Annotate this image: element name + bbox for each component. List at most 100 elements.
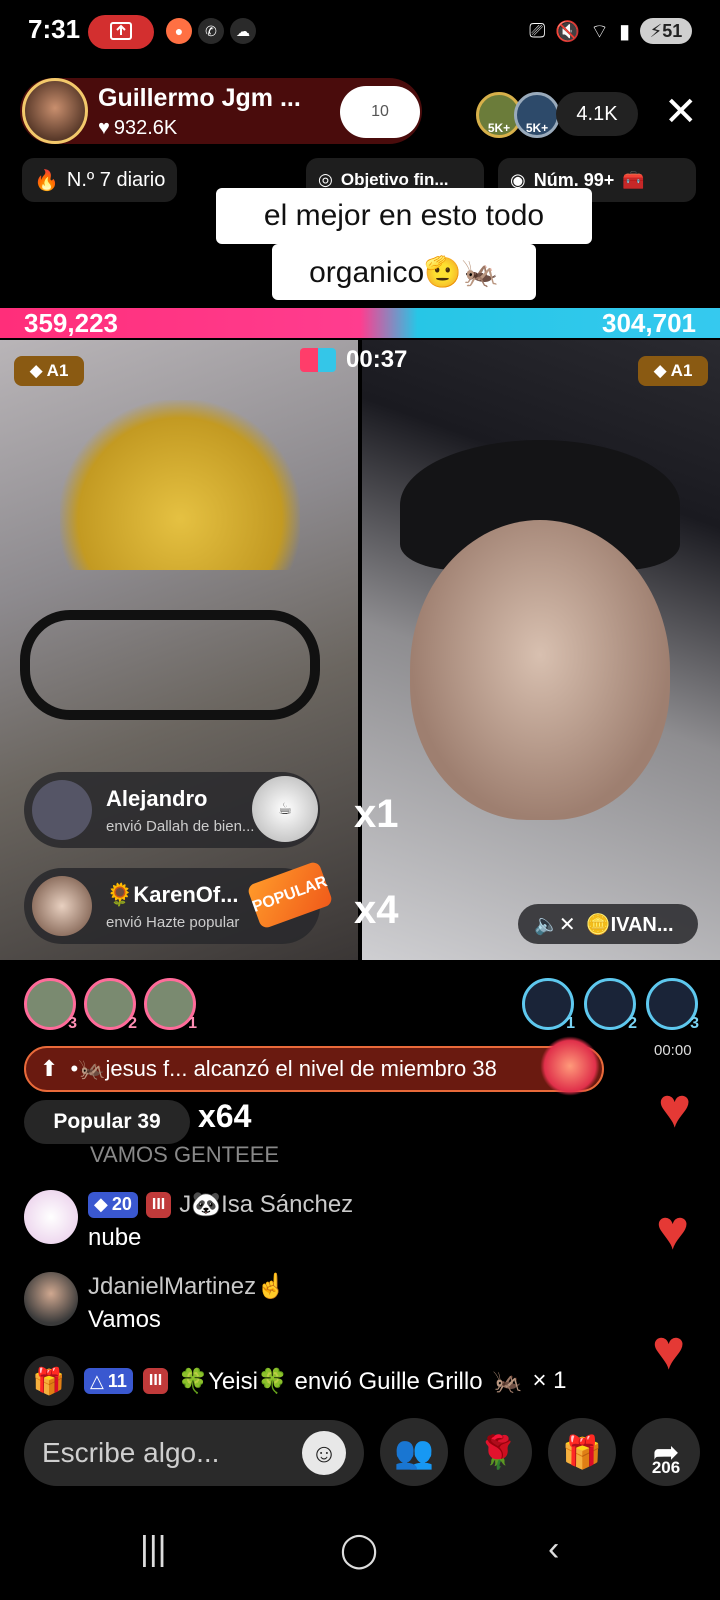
multi-guest-button[interactable]: 👥 bbox=[380, 1418, 448, 1486]
share-count: 206 bbox=[651, 1458, 681, 1477]
cricket-gift-icon: 🦗 bbox=[492, 1367, 523, 1395]
score-left: 359,223 bbox=[24, 308, 118, 338]
ranking-position: 2 bbox=[128, 1015, 137, 1032]
ranking-avatar[interactable]: 2 bbox=[84, 978, 137, 1032]
ranking-avatar[interactable]: 3 bbox=[24, 978, 77, 1032]
gift-comment-count: × 1 bbox=[532, 1367, 567, 1394]
floating-heart-icon: ♥ bbox=[656, 1198, 690, 1261]
ranking-position: 3 bbox=[690, 1015, 699, 1032]
mute-icon: 🔇 bbox=[555, 20, 581, 43]
gift-button[interactable]: 🎁 bbox=[548, 1418, 616, 1486]
fan-club-badge: III bbox=[145, 1191, 172, 1218]
battery-icon: ⚡ 51 bbox=[640, 18, 692, 44]
viewer-badge: 5K+ bbox=[525, 121, 549, 135]
home-icon[interactable]: ◯ bbox=[340, 1530, 378, 1570]
glasses-effect bbox=[20, 610, 320, 720]
gift-icon: 🎁 bbox=[562, 1434, 602, 1470]
small-timer: 00:00 bbox=[654, 1042, 692, 1059]
heart-icon: ♥ bbox=[98, 117, 110, 139]
host-name[interactable]: Guillermo Jgm ... bbox=[98, 84, 301, 113]
comment-avatar[interactable] bbox=[24, 1272, 78, 1326]
daily-rank-label: N.º 7 diario bbox=[66, 168, 166, 191]
notification-icons: ● ✆ ☁ bbox=[166, 18, 256, 44]
ranking-avatar[interactable]: 1 bbox=[144, 978, 197, 1032]
gift-box-icon: 🎁 bbox=[24, 1356, 74, 1406]
follow-button[interactable]: 10 bbox=[340, 86, 420, 138]
popular-combo: x64 bbox=[198, 1098, 252, 1134]
fan-club-badge: III bbox=[142, 1368, 169, 1394]
whatsapp-icon: ✆ bbox=[198, 18, 224, 44]
gift-comment[interactable]: 🎁 △ 11 III 🍀Yeisi🍀 envió Guille Grillo 🦗 … bbox=[24, 1356, 566, 1406]
level-up-icon: ⬆ bbox=[40, 1056, 59, 1081]
rank-tag-label: A1 bbox=[670, 361, 693, 380]
gift-sender-name: 🌻KarenOf... bbox=[106, 881, 239, 907]
battle-timer: 00:37 bbox=[300, 346, 407, 374]
gift-sender-name: Alejandro bbox=[106, 785, 208, 811]
recent-apps-icon[interactable]: ||| bbox=[140, 1530, 167, 1569]
diamond-icon: ◆ bbox=[29, 361, 43, 380]
wifi-icon: ⌔ bbox=[590, 20, 609, 43]
share-button[interactable]: ➦ 206 bbox=[632, 1418, 700, 1486]
gift-description: envió Hazte popular bbox=[106, 913, 240, 931]
ranking-position: 1 bbox=[566, 1015, 575, 1032]
treasure-icon: 🧰 bbox=[622, 169, 645, 190]
signal-icon: ▮ bbox=[618, 20, 630, 43]
ranking-position: 3 bbox=[68, 1015, 77, 1032]
host-avatar[interactable] bbox=[22, 78, 88, 144]
battle-icon bbox=[300, 348, 336, 372]
weather-icon: ☁ bbox=[230, 18, 256, 44]
comment-username[interactable]: J🐼Isa Sánchez bbox=[179, 1190, 353, 1219]
user-level: 20 bbox=[111, 1194, 132, 1214]
fan-club-heart-icon bbox=[540, 1036, 600, 1096]
comment-text: nube bbox=[88, 1224, 142, 1251]
opponent-mute-pill[interactable]: 🔈✕ 🪙IVAN... bbox=[518, 904, 698, 944]
ranking-avatar[interactable]: 1 bbox=[522, 978, 575, 1032]
ranking-position: 2 bbox=[628, 1015, 637, 1032]
floating-heart-icon: ♥ bbox=[652, 1318, 686, 1381]
popular-chip[interactable]: Popular 39 bbox=[24, 1100, 190, 1144]
score-right: 304,701 bbox=[602, 308, 696, 338]
rank-tag-left: ◆ A1 bbox=[14, 356, 84, 386]
viewer-count[interactable]: 4.1K bbox=[556, 92, 638, 136]
gift-combo: x4 bbox=[354, 888, 399, 932]
daily-rank-chip[interactable]: 🔥 N.º 7 diario bbox=[22, 158, 178, 202]
top-viewer-avatar[interactable]: 5K+ bbox=[514, 92, 560, 138]
comment-username[interactable]: JdanielMartinez☝️ bbox=[88, 1272, 286, 1301]
back-icon[interactable]: ‹ bbox=[548, 1530, 559, 1569]
speaker-muted-icon: 🔈✕ bbox=[534, 913, 576, 936]
crown-effect bbox=[60, 400, 300, 570]
people-icon: 👥 bbox=[394, 1434, 434, 1470]
emoji-icon[interactable]: ☺ bbox=[302, 1431, 346, 1475]
member-banner-text: •🦗jesus f... alcanzó el nivel de miembro… bbox=[70, 1056, 497, 1081]
comment-input[interactable]: Escribe algo... ☺ bbox=[24, 1420, 364, 1486]
gift-sender-avatar bbox=[32, 780, 92, 840]
top-viewers[interactable]: 5K+ 5K+ bbox=[476, 92, 560, 138]
diamond-icon: ◆ bbox=[653, 361, 667, 380]
screen-record-icon[interactable] bbox=[88, 15, 154, 49]
scrolled-comment: VAMOS GENTEEE bbox=[90, 1142, 280, 1162]
comment-avatar[interactable] bbox=[24, 1190, 78, 1244]
teapot-gift-icon: ☕ bbox=[252, 776, 318, 842]
rose-gift-button[interactable]: 🌹 bbox=[464, 1418, 532, 1486]
fire-icon: 🔥 bbox=[34, 169, 59, 192]
opponent-face bbox=[410, 520, 670, 820]
rose-icon: 🌹 bbox=[478, 1434, 518, 1470]
host-likes-count: 932.6K bbox=[113, 117, 178, 139]
user-level-badge: △ 11 bbox=[84, 1368, 133, 1394]
system-icons: ⎚ 🔇 ⌔ ▮ ⚡ 51 bbox=[529, 18, 692, 44]
ranking-avatar[interactable]: 3 bbox=[646, 978, 699, 1032]
comment-text: Vamos bbox=[88, 1306, 161, 1333]
rank-tag-label: A1 bbox=[46, 361, 69, 380]
ranking-avatar[interactable]: 2 bbox=[584, 978, 637, 1032]
close-icon[interactable]: ✕ bbox=[664, 92, 698, 132]
gift-sender-avatar bbox=[32, 876, 92, 936]
gift-combo: x1 bbox=[354, 792, 399, 836]
gift-comment-text: 🍀Yeisi🍀 envió Guille Grillo bbox=[178, 1367, 483, 1395]
caption-line: organico🫡🦗 bbox=[272, 244, 536, 300]
member-level-banner: ⬆ •🦗jesus f... alcanzó el nivel de miemb… bbox=[24, 1046, 604, 1092]
opponent-name: 🪙IVAN... bbox=[585, 913, 674, 936]
rank-tag-right: ◆ A1 bbox=[638, 356, 708, 386]
comment-input-placeholder: Escribe algo... bbox=[42, 1437, 220, 1468]
follow-badge: 10 bbox=[371, 103, 389, 120]
timer-value: 00:37 bbox=[346, 346, 408, 373]
